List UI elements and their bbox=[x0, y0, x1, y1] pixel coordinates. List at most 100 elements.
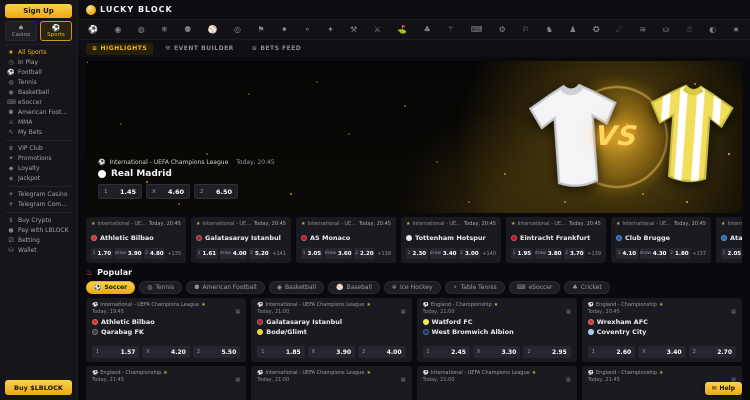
odds-button-draw[interactable]: draw 4.00 bbox=[220, 248, 247, 259]
sport-strip-icon[interactable]: ≋ bbox=[639, 26, 646, 34]
odds-button-home[interactable]: 1 1.57 bbox=[92, 346, 139, 358]
support-chat-button[interactable]: ✉ Help bbox=[705, 382, 742, 395]
subnav-tab[interactable]: ⚒ EVENT BUILDER bbox=[159, 43, 240, 55]
odds-button-home[interactable]: 1 4.10 bbox=[616, 248, 638, 259]
sidebar-item[interactable]: ◷ In Play bbox=[5, 57, 72, 67]
sport-strip-icon[interactable]: ☃ bbox=[686, 26, 693, 34]
event-card[interactable]: ★ International - UEFA Champions League … bbox=[506, 217, 606, 263]
odds-button-draw[interactable]: X 4.60 bbox=[146, 184, 190, 199]
odds-button-home[interactable]: 1 1.85 bbox=[257, 346, 304, 358]
subnav-tab[interactable]: ≋ BETS FEED bbox=[246, 43, 307, 55]
odds-button-home[interactable]: 1 3.05 bbox=[301, 248, 323, 259]
sport-strip-icon[interactable]: ★ bbox=[733, 26, 740, 34]
sport-filter-chip[interactable]: ⚽ Soccer bbox=[86, 281, 135, 294]
sidebar-item[interactable]: ✦ Promotions bbox=[5, 153, 72, 163]
event-card[interactable]: ★ International - UEFA Champions League … bbox=[611, 217, 711, 263]
match-card[interactable]: ⚽ International - UEFA Champions League … bbox=[417, 366, 577, 400]
odds-button-draw[interactable]: draw 3.40 bbox=[430, 248, 457, 259]
favorite-star-icon[interactable]: ★ bbox=[366, 370, 370, 376]
more-markets-count[interactable]: +138 bbox=[377, 251, 391, 257]
sidebar-item[interactable]: ◉ Basketball bbox=[5, 87, 72, 97]
sport-strip-icon[interactable]: ⚑ bbox=[257, 26, 264, 34]
hero-banner[interactable]: VS ⚽ International - UEFA Champions Leag… bbox=[86, 61, 742, 213]
favorite-star-icon[interactable]: ★ bbox=[532, 370, 536, 376]
more-markets-count[interactable]: +141 bbox=[272, 251, 286, 257]
event-card[interactable]: ★ International - UEFA Champions League … bbox=[296, 217, 396, 263]
stats-icon[interactable]: ▦ bbox=[566, 377, 571, 383]
sport-strip-icon[interactable]: ◎ bbox=[234, 26, 241, 34]
sport-strip-icon[interactable]: ✪ bbox=[593, 26, 600, 34]
sidebar-item[interactable]: ⚉ American Football bbox=[5, 107, 72, 117]
favorite-star-icon[interactable]: ★ bbox=[494, 302, 498, 308]
sidebar-item[interactable]: ◍ Tennis bbox=[5, 77, 72, 87]
stats-icon[interactable]: ▦ bbox=[566, 309, 571, 315]
odds-button-away[interactable]: 2 3.00 bbox=[459, 248, 481, 259]
favorite-star-icon[interactable]: ★ bbox=[366, 302, 370, 308]
sport-strip-icon[interactable]: ✦ bbox=[327, 26, 334, 34]
sport-filter-chip[interactable]: ❄ Ice Hockey bbox=[384, 281, 441, 294]
event-card[interactable]: ★ International - UEFA Champions League … bbox=[716, 217, 742, 263]
sport-filter-chip[interactable]: ⚾ Baseball bbox=[328, 281, 380, 294]
event-card[interactable]: ★ International - UEFA Champions League … bbox=[401, 217, 501, 263]
mode-tab[interactable]: ⚽ Sports bbox=[40, 21, 72, 41]
odds-button-away[interactable]: 2 6.50 bbox=[194, 184, 238, 199]
match-card[interactable]: ⚽ International - UEFA Champions League … bbox=[251, 298, 411, 362]
odds-button-draw[interactable]: draw 3.80 bbox=[535, 248, 562, 259]
sport-strip-icon[interactable]: ⚫ bbox=[281, 26, 288, 34]
sport-strip-icon[interactable]: ⛳ bbox=[397, 26, 407, 34]
stats-icon[interactable]: ▦ bbox=[401, 309, 406, 315]
event-card[interactable]: ★ International - UEFA Champions League … bbox=[86, 217, 186, 263]
match-card[interactable]: ⚽ England - Championship ★ Today, 20:45 … bbox=[582, 298, 742, 362]
sport-strip-icon[interactable]: ⚉ bbox=[184, 26, 191, 34]
more-markets-count[interactable]: +139 bbox=[587, 251, 601, 257]
more-markets-count[interactable]: +135 bbox=[167, 251, 181, 257]
odds-button-away[interactable]: 2 5.20 bbox=[249, 248, 271, 259]
favorite-star-icon[interactable]: ★ bbox=[659, 370, 663, 376]
more-markets-count[interactable]: +137 bbox=[692, 251, 706, 257]
odds-button-away[interactable]: 2 4.80 bbox=[144, 248, 166, 259]
sport-strip-icon[interactable]: ⚔ bbox=[374, 26, 381, 34]
sport-strip-icon[interactable]: ⚚ bbox=[447, 26, 454, 34]
odds-button-away[interactable]: 2 5.50 bbox=[193, 346, 240, 358]
sidebar-item[interactable]: $ Buy Crypto bbox=[5, 215, 72, 225]
sidebar-item[interactable]: ◈ Jackpot bbox=[5, 173, 72, 183]
odds-button-draw[interactable]: X 3.40 bbox=[638, 346, 685, 358]
odds-button-home[interactable]: 1 2.45 bbox=[423, 346, 470, 358]
odds-button-draw[interactable]: X 3.30 bbox=[473, 346, 520, 358]
sport-strip-icon[interactable]: ⚽ bbox=[88, 26, 98, 34]
sport-filter-chip[interactable]: ⚬ Table Tennis bbox=[445, 281, 505, 294]
sport-strip-icon[interactable]: ⚙ bbox=[499, 26, 506, 34]
sidebar-item[interactable]: ⛁ Wallet bbox=[5, 245, 72, 255]
brand-logo[interactable]: LUCKY BLOCK bbox=[86, 5, 173, 15]
match-card[interactable]: ⚽ International - UEFA Champions League … bbox=[251, 366, 411, 400]
odds-button-home[interactable]: 1 2.60 bbox=[588, 346, 635, 358]
sport-filter-chip[interactable]: ⌨ eSoccer bbox=[509, 281, 561, 294]
sport-strip-icon[interactable]: ◉ bbox=[114, 26, 121, 34]
odds-button-draw[interactable]: X 4.20 bbox=[142, 346, 189, 358]
sport-strip-icon[interactable]: ⛀ bbox=[663, 26, 670, 34]
sport-strip-icon[interactable]: ◍ bbox=[138, 26, 145, 34]
sidebar-item[interactable]: ● Pay with LBLOCK bbox=[5, 225, 72, 235]
sidebar-item[interactable]: ⚂ Betting bbox=[5, 235, 72, 245]
odds-button-away[interactable]: 2 3.70 bbox=[564, 248, 586, 259]
subnav-tab[interactable]: ≡ HIGHLIGHTS bbox=[86, 43, 153, 55]
odds-button-home[interactable]: 1 1.61 bbox=[196, 248, 218, 259]
odds-button-draw[interactable]: X 3.90 bbox=[308, 346, 355, 358]
sport-strip-icon[interactable]: ❄ bbox=[161, 26, 168, 34]
odds-button-away[interactable]: 2 1.80 bbox=[669, 248, 691, 259]
sport-filter-chip[interactable]: ◉ Basketball bbox=[269, 281, 324, 294]
match-card[interactable]: ⚽ International - UEFA Champions League … bbox=[86, 298, 246, 362]
sport-strip-icon[interactable]: ⚬ bbox=[304, 26, 311, 34]
sport-filter-chip[interactable]: ◍ Tennis bbox=[139, 281, 182, 294]
odds-button-home[interactable]: 1 2.05 bbox=[721, 248, 742, 259]
sidebar-item[interactable]: ⚽ Football bbox=[5, 67, 72, 77]
sign-up-button[interactable]: Sign Up bbox=[5, 4, 72, 18]
sport-strip-icon[interactable]: ☄ bbox=[616, 26, 623, 34]
odds-button-draw[interactable]: draw 4.30 bbox=[640, 248, 667, 259]
favorite-star-icon[interactable]: ★ bbox=[659, 302, 663, 308]
more-markets-count[interactable]: +140 bbox=[482, 251, 496, 257]
odds-button-away[interactable]: 2 4.00 bbox=[358, 346, 405, 358]
odds-button-away[interactable]: 2 2.20 bbox=[354, 248, 376, 259]
sidebar-item[interactable]: ◆ Loyalty bbox=[5, 163, 72, 173]
sport-strip-icon[interactable]: ⚒ bbox=[350, 26, 357, 34]
